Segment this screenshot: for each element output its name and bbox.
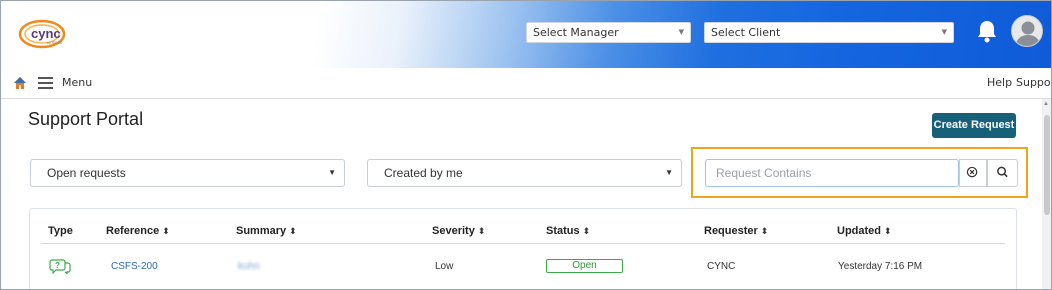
search-button[interactable]	[987, 159, 1018, 187]
column-header-requester[interactable]: Requester ⬍	[704, 225, 768, 237]
status-badge: Open	[546, 259, 623, 273]
sort-icon: ⬍	[477, 226, 486, 236]
scrollbar-thumb[interactable]	[1044, 115, 1050, 215]
creator-filter-label: Created by me	[384, 166, 463, 180]
column-header-reference[interactable]: Reference ⬍	[106, 225, 170, 237]
help-link[interactable]: Help	[987, 76, 1012, 89]
request-search-input[interactable]: Request Contains	[705, 159, 959, 187]
select-client-label: Select Client	[711, 26, 781, 39]
column-header-updated[interactable]: Updated ⬍	[837, 225, 892, 237]
sort-icon: ⬍	[162, 226, 170, 236]
summary-cell: kuhn	[238, 261, 260, 272]
column-header-type[interactable]: Type	[48, 225, 73, 237]
logo-subtext: by IDEAS	[47, 41, 63, 45]
select-manager-dropdown[interactable]: Select Manager ▼	[526, 22, 691, 43]
search-highlight-box: Request Contains	[691, 147, 1028, 198]
logo-text: cync	[31, 26, 61, 41]
table-header-divider	[41, 243, 1005, 244]
nav-bar: Menu Help Support	[1, 68, 1051, 99]
user-avatar-icon[interactable]	[1011, 15, 1043, 47]
sort-icon: ⬍	[884, 226, 892, 236]
clear-search-button[interactable]	[959, 159, 987, 187]
search-icon	[997, 166, 1008, 178]
scroll-up-icon[interactable]: ▲	[1043, 101, 1049, 107]
page-title: Support Portal	[28, 109, 144, 129]
menu-label[interactable]: Menu	[62, 76, 92, 89]
select-manager-label: Select Manager	[533, 26, 619, 39]
support-link[interactable]: Support	[1016, 76, 1051, 89]
updated-cell: Yesterday 7:16 PM	[838, 261, 923, 272]
chevron-down-icon: ▼	[941, 28, 947, 36]
severity-cell: Low	[435, 261, 454, 272]
creator-filter-dropdown[interactable]: Created by me ▼	[367, 159, 682, 187]
bell-icon[interactable]	[976, 19, 998, 43]
column-header-severity[interactable]: Severity ⬍	[432, 225, 485, 237]
svg-text:?: ?	[55, 261, 60, 270]
sort-icon: ⬍	[760, 226, 769, 236]
requests-table	[29, 208, 1017, 289]
top-header: cync by IDEAS Select Manager ▼ Select Cl…	[1, 1, 1051, 68]
home-icon[interactable]	[13, 76, 27, 90]
app-window: cync by IDEAS Select Manager ▼ Select Cl…	[0, 0, 1052, 290]
chevron-down-icon: ▼	[678, 28, 684, 36]
cync-logo[interactable]: cync by IDEAS	[17, 17, 73, 51]
chevron-down-icon: ▼	[665, 168, 673, 177]
sort-icon: ⬍	[289, 226, 297, 236]
hamburger-menu-icon[interactable]	[38, 77, 53, 89]
reference-link[interactable]: CSFS-200	[111, 261, 158, 272]
column-header-status[interactable]: Status ⬍	[546, 225, 590, 237]
select-client-dropdown[interactable]: Select Client ▼	[704, 22, 954, 43]
clear-icon	[966, 166, 978, 178]
sort-icon: ⬍	[582, 226, 591, 236]
question-chat-icon: ?	[49, 259, 71, 274]
create-request-button[interactable]: Create Request	[932, 113, 1016, 138]
requests-filter-label: Open requests	[47, 166, 126, 180]
chevron-down-icon: ▼	[328, 168, 336, 177]
requests-filter-dropdown[interactable]: Open requests ▼	[30, 159, 345, 187]
requester-cell: CYNC	[707, 261, 736, 272]
column-header-summary[interactable]: Summary ⬍	[236, 225, 297, 237]
